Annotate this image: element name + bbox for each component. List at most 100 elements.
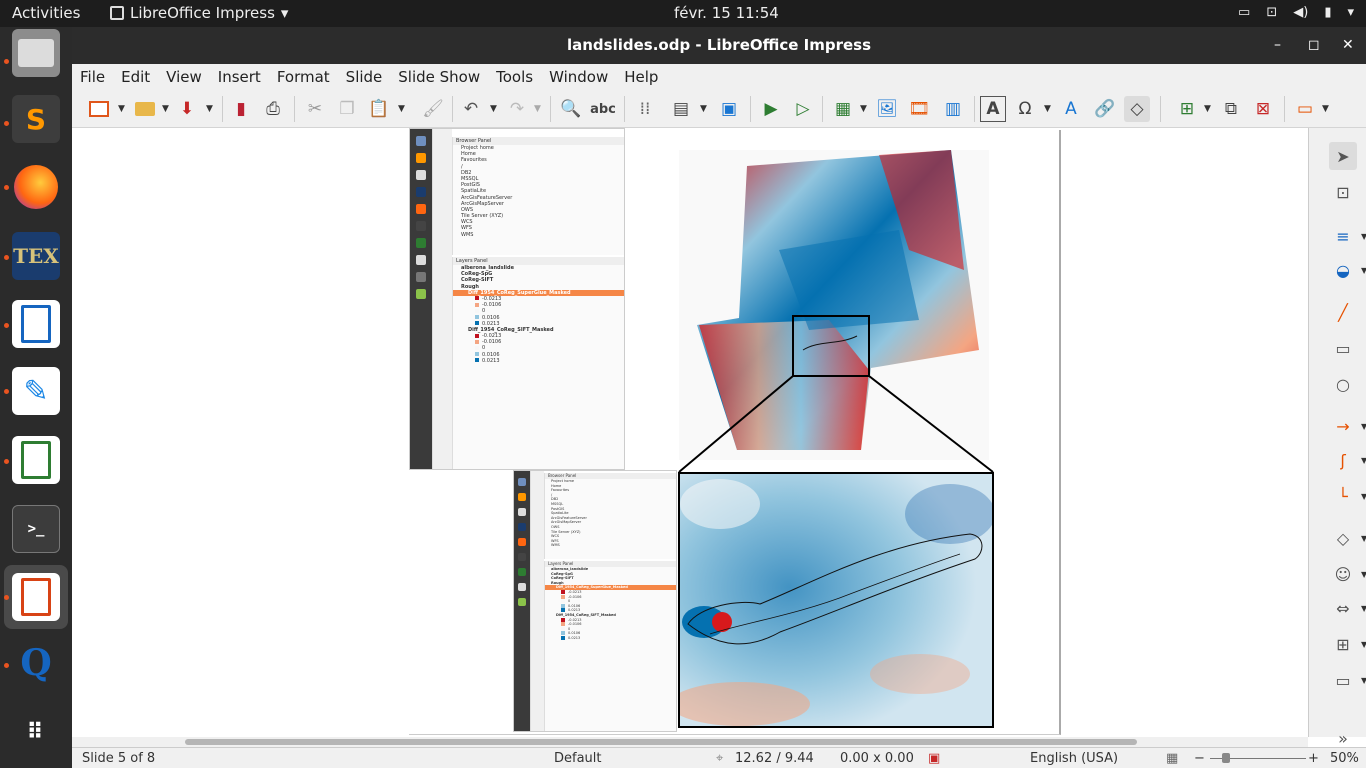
sublime-text-icon[interactable]: S xyxy=(12,95,60,143)
system-tray[interactable]: ▭ ⊡ ◀) ▮ ▾ xyxy=(1238,5,1354,20)
horizontal-scroll-thumb[interactable] xyxy=(185,739,1137,745)
chart-icon[interactable]: ▥ xyxy=(940,96,966,122)
chevron-down-icon[interactable]: ▼ xyxy=(1361,640,1366,649)
special-character-icon[interactable]: Ω xyxy=(1012,96,1038,122)
copy-icon[interactable]: ❐ xyxy=(334,96,360,122)
menu-slide[interactable]: Slide xyxy=(338,64,391,90)
redo-icon[interactable]: ↷ xyxy=(504,96,530,122)
slide-canvas[interactable]: Browser Panel Project home Home Favourites… xyxy=(409,128,1061,735)
menu-edit[interactable]: Edit xyxy=(113,64,158,90)
document-modified-icon[interactable]: ▣ xyxy=(928,751,940,766)
master-slide-name[interactable]: Default xyxy=(554,751,602,766)
chevron-down-icon[interactable]: ▼ xyxy=(398,104,405,114)
symbol-shapes-icon[interactable]: ☺ xyxy=(1329,560,1357,588)
show-applications-icon[interactable]: ⠿ xyxy=(12,709,60,757)
app-menu[interactable]: LibreOffice Impress ▾ xyxy=(110,4,288,22)
view-layout-icon[interactable]: ▦ xyxy=(1166,751,1178,766)
undo-icon[interactable]: ↶ xyxy=(458,96,484,122)
chevron-down-icon[interactable]: ▼ xyxy=(1361,492,1366,501)
fontwork-icon[interactable]: A xyxy=(1058,96,1084,122)
zoom-in-icon[interactable]: + xyxy=(1308,751,1319,766)
power-menu-icon[interactable]: ▾ xyxy=(1347,5,1354,20)
export-pdf-icon[interactable]: ▮ xyxy=(228,96,254,122)
start-current-slide-icon[interactable]: ▷ xyxy=(790,96,816,122)
language[interactable]: English (USA) xyxy=(1030,751,1118,766)
zoom-pan-icon[interactable]: ⊡ xyxy=(1329,178,1357,206)
duplicate-slide-icon[interactable]: ⧉ xyxy=(1218,96,1244,122)
cut-icon[interactable]: ✂ xyxy=(302,96,328,122)
chevron-down-icon[interactable]: ▼ xyxy=(1361,266,1366,275)
calc-icon[interactable] xyxy=(12,436,60,484)
chevron-down-icon[interactable]: ▼ xyxy=(118,104,125,114)
firefox-icon[interactable] xyxy=(12,163,60,211)
chevron-down-icon[interactable]: ▼ xyxy=(162,104,169,114)
chevron-down-icon[interactable]: ▼ xyxy=(1361,456,1366,465)
chevron-down-icon[interactable]: ▼ xyxy=(1322,104,1329,114)
qgis-screenshot-small[interactable]: Browser Panel Project home Home Favourites… xyxy=(513,470,677,732)
text-editor-icon[interactable]: ✎ xyxy=(12,367,60,415)
difference-map-zoom[interactable] xyxy=(678,472,994,728)
impress-icon[interactable] xyxy=(12,573,60,621)
menu-format[interactable]: Format xyxy=(269,64,338,90)
chevron-down-icon[interactable]: ▼ xyxy=(206,104,213,114)
chevron-down-icon[interactable]: ▼ xyxy=(1204,104,1211,114)
close-button[interactable]: ✕ xyxy=(1342,27,1354,64)
zoom-slider-handle[interactable] xyxy=(1222,753,1230,763)
start-first-slide-icon[interactable]: ▶ xyxy=(758,96,784,122)
menu-file[interactable]: File xyxy=(72,64,113,90)
image-icon[interactable]: 🖼 xyxy=(874,96,900,122)
curves-icon[interactable]: ʃ xyxy=(1329,446,1357,474)
minimize-button[interactable]: – xyxy=(1274,27,1281,64)
writer-icon[interactable] xyxy=(12,300,60,348)
new-slide-button-icon[interactable]: ⊞ xyxy=(1174,96,1200,122)
menu-tools[interactable]: Tools xyxy=(488,64,541,90)
menu-help[interactable]: Help xyxy=(616,64,666,90)
activities-button[interactable]: Activities xyxy=(12,4,80,22)
chevron-down-icon[interactable]: ▼ xyxy=(700,104,707,114)
slide-workspace[interactable]: Browser Panel Project home Home Favourites… xyxy=(72,128,1308,737)
basic-shapes-icon[interactable]: ◇ xyxy=(1329,524,1357,552)
hyperlink-icon[interactable]: 🔗 xyxy=(1092,96,1118,122)
open-icon[interactable] xyxy=(132,96,158,122)
horizontal-scrollbar[interactable] xyxy=(72,737,1308,747)
select-tool-icon[interactable]: ➤ xyxy=(1329,142,1357,170)
terminal-icon[interactable]: >_ xyxy=(12,505,60,553)
ellipse-icon[interactable]: ○ xyxy=(1329,370,1357,398)
browser-item[interactable]: WMS xyxy=(453,232,624,238)
texworks-icon[interactable]: TEX xyxy=(12,232,60,280)
browser-item[interactable]: WMS xyxy=(545,543,676,548)
battery-icon[interactable]: ▮ xyxy=(1324,5,1331,20)
line-icon[interactable]: ╱ xyxy=(1329,298,1357,326)
save-icon[interactable]: ⬇ xyxy=(174,96,200,122)
find-replace-icon[interactable]: 🔍 xyxy=(558,96,584,122)
master-slide-icon[interactable]: ▣ xyxy=(716,96,742,122)
chevron-down-icon[interactable]: ▼ xyxy=(490,104,497,114)
network-icon[interactable]: ⊡ xyxy=(1266,5,1277,20)
media-icon[interactable]: 🎞 xyxy=(906,96,932,122)
table-icon[interactable]: ▦ xyxy=(830,96,856,122)
delete-slide-icon[interactable]: ⊠ xyxy=(1250,96,1276,122)
chevron-down-icon[interactable]: ▼ xyxy=(1361,534,1366,543)
chevron-down-icon[interactable]: ▼ xyxy=(1361,676,1366,685)
clone-formatting-icon[interactable]: 🖌 xyxy=(420,96,446,122)
okular-icon[interactable]: Q xyxy=(12,639,60,687)
chevron-down-icon[interactable]: ▼ xyxy=(1361,570,1366,579)
lines-arrows-icon[interactable]: → xyxy=(1329,412,1357,440)
chevron-down-icon[interactable]: ▼ xyxy=(1044,104,1051,114)
chevron-down-icon[interactable]: ▼ xyxy=(534,104,541,114)
qgis-screenshot-large[interactable]: Browser Panel Project home Home Favourites… xyxy=(409,128,625,470)
line-color-icon[interactable]: ≡ xyxy=(1329,222,1357,250)
volume-icon[interactable]: ◀) xyxy=(1293,5,1308,20)
fill-color-icon[interactable]: ◒ xyxy=(1329,256,1357,284)
paste-icon[interactable]: 📋 xyxy=(366,96,392,122)
rectangle-icon[interactable]: ▭ xyxy=(1329,334,1357,362)
chevron-down-icon[interactable]: ▼ xyxy=(1361,604,1366,613)
chevron-down-icon[interactable]: ▼ xyxy=(1361,422,1366,431)
keyboard-icon[interactable]: ▭ xyxy=(1238,5,1250,20)
new-slide-icon[interactable] xyxy=(86,96,112,122)
connectors-icon[interactable]: └ xyxy=(1329,482,1357,510)
callouts-icon[interactable]: ▭ xyxy=(1329,666,1357,694)
menu-slide-show[interactable]: Slide Show xyxy=(390,64,488,90)
spelling-icon[interactable]: abc xyxy=(590,96,616,122)
maximize-button[interactable]: ◻ xyxy=(1308,27,1320,64)
